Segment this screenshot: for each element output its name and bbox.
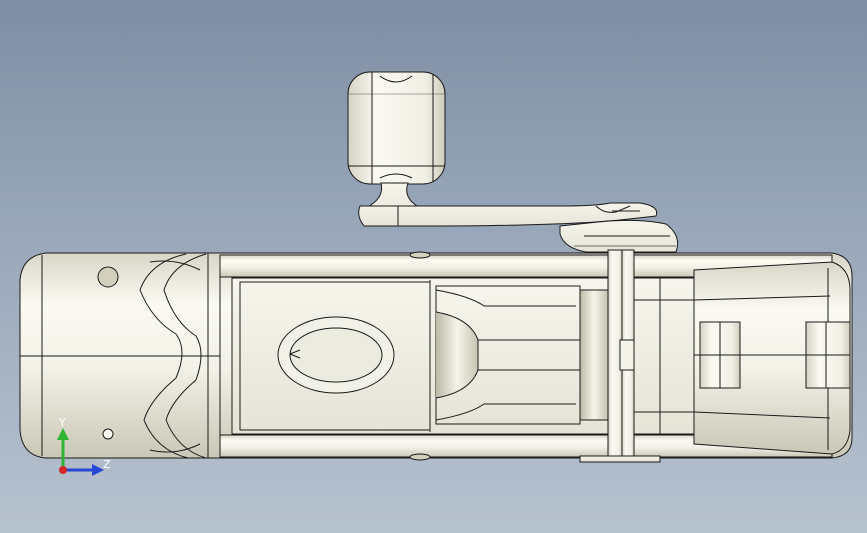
center-block bbox=[239, 280, 431, 432]
oval-recess-inner bbox=[289, 327, 383, 383]
x-axis-origin bbox=[59, 466, 67, 474]
cad-graphics-viewport[interactable]: Y Z bbox=[0, 0, 867, 533]
pin-hole-lower bbox=[102, 428, 114, 440]
crank-knob[interactable] bbox=[347, 71, 446, 185]
z-axis-label: Z bbox=[103, 458, 111, 471]
model-view[interactable]: Y Z bbox=[0, 0, 867, 533]
y-axis-label: Y bbox=[58, 416, 66, 429]
ratchet-section bbox=[693, 261, 851, 455]
saddle-channel bbox=[435, 285, 609, 425]
pin-hole-upper bbox=[97, 266, 119, 288]
